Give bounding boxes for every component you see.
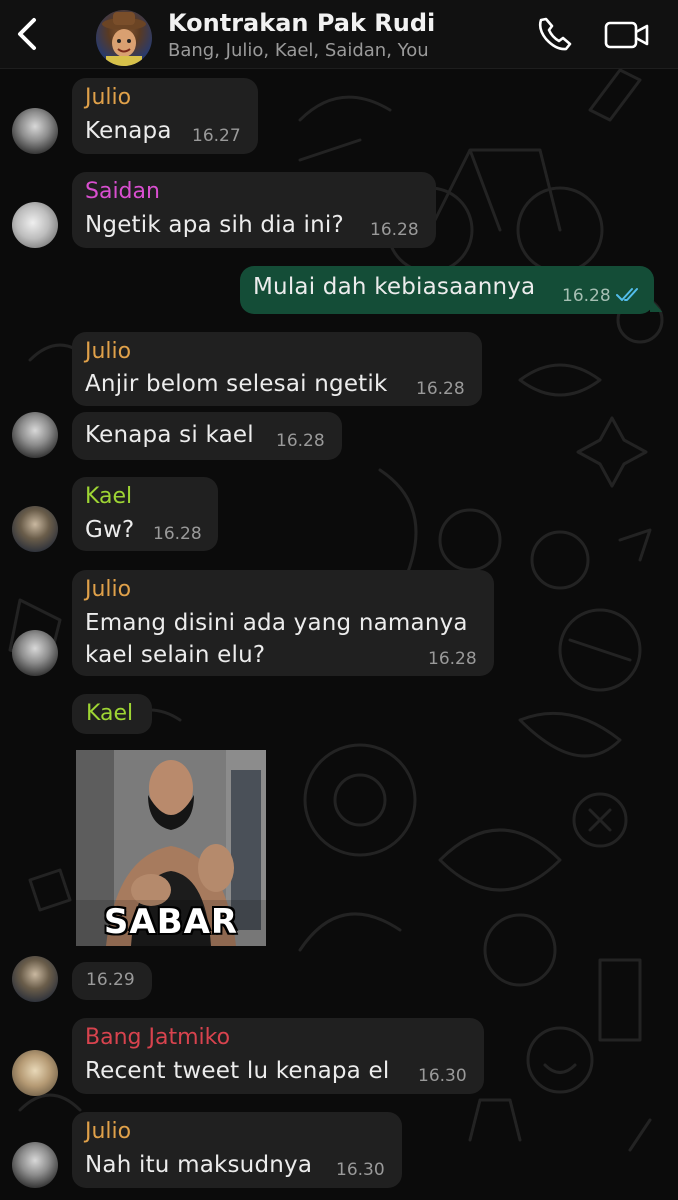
chat-header: Kontrakan Pak Rudi Bang, Julio, Kael, Sa… <box>0 0 678 69</box>
message-time: 16.29 <box>86 970 135 990</box>
message-text: Ngetik apa sih dia ini? <box>85 212 344 238</box>
message-time: 16.28 <box>428 649 477 669</box>
message-bubble[interactable]: Kael Gw? 16.28 <box>72 477 218 551</box>
message-time: 16.27 <box>192 126 241 146</box>
back-chevron-icon[interactable] <box>10 14 44 54</box>
message-bubble[interactable]: Julio Anjir belom selesai ngetik 16.28 <box>72 332 482 406</box>
avatar-julio[interactable] <box>12 630 58 676</box>
message-time: 16.28 <box>370 220 419 240</box>
timestamp-pill: 16.29 <box>72 962 152 1000</box>
sender-name[interactable]: Julio <box>85 339 131 364</box>
avatar-bang-jatmiko[interactable] <box>12 1050 58 1096</box>
avatar-kael[interactable] <box>12 956 58 1002</box>
sticker-caption: SABAR <box>103 901 239 943</box>
chat-title[interactable]: Kontrakan Pak Rudi <box>168 9 435 37</box>
message-bubble[interactable]: Saidan Ngetik apa sih dia ini? 16.28 <box>72 172 436 248</box>
message-text: Kenapa si kael <box>85 422 254 448</box>
avatar-julio[interactable] <box>12 108 58 154</box>
avatar-julio[interactable] <box>12 412 58 458</box>
sender-name[interactable]: Julio <box>85 1119 131 1144</box>
message-text: Gw? <box>85 517 135 543</box>
cowboy-avatar-icon <box>102 12 146 66</box>
sender-name[interactable]: Julio <box>85 577 131 602</box>
phone-call-icon[interactable] <box>538 16 574 52</box>
sender-name[interactable]: Kael <box>85 484 132 509</box>
message-text: Kenapa <box>85 118 172 144</box>
avatar-julio[interactable] <box>12 1142 58 1188</box>
read-receipt-icon <box>616 288 638 301</box>
sender-name[interactable]: Bang Jatmiko <box>85 1025 230 1050</box>
avatar-kael[interactable] <box>12 506 58 552</box>
video-call-icon[interactable] <box>604 20 650 50</box>
message-text: Anjir belom selesai ngetik <box>85 371 388 397</box>
message-time: 16.28 <box>416 379 465 399</box>
bubble-tail <box>650 298 663 312</box>
message-bubble[interactable]: Julio Kenapa 16.27 <box>72 78 258 154</box>
message-text: Mulai dah kebiasaannya <box>253 274 536 300</box>
message-time: 16.28 <box>153 524 202 544</box>
message-bubble[interactable]: Bang Jatmiko Recent tweet lu kenapa el 1… <box>72 1018 484 1094</box>
sender-name[interactable]: Julio <box>85 85 131 110</box>
message-text: Nah itu maksudnya <box>85 1152 313 1178</box>
sticker-image[interactable]: SABAR <box>76 750 266 946</box>
outgoing-message-bubble[interactable]: Mulai dah kebiasaannya 16.28 <box>240 266 654 314</box>
message-time: 16.30 <box>336 1160 385 1180</box>
group-avatar[interactable] <box>96 10 152 66</box>
message-time: 16.28 <box>562 286 611 306</box>
message-bubble[interactable]: Kenapa si kael 16.28 <box>72 412 342 460</box>
sender-name[interactable]: Kael <box>86 701 133 726</box>
message-time: 16.28 <box>276 431 325 451</box>
participants-list[interactable]: Bang, Julio, Kael, Saidan, You <box>168 40 429 61</box>
message-text: Emang disini ada yang namanya <box>85 610 468 636</box>
message-bubble[interactable]: Julio Emang disini ada yang namanya kael… <box>72 570 494 676</box>
sender-label-bubble[interactable]: Kael <box>72 694 152 734</box>
message-text: Recent tweet lu kenapa el <box>85 1058 390 1084</box>
avatar-saidan[interactable] <box>12 202 58 248</box>
message-time: 16.30 <box>418 1066 467 1086</box>
message-bubble[interactable]: Julio Nah itu maksudnya 16.30 <box>72 1112 402 1188</box>
sender-name[interactable]: Saidan <box>85 179 160 204</box>
message-text: kael selain elu? <box>85 642 266 668</box>
